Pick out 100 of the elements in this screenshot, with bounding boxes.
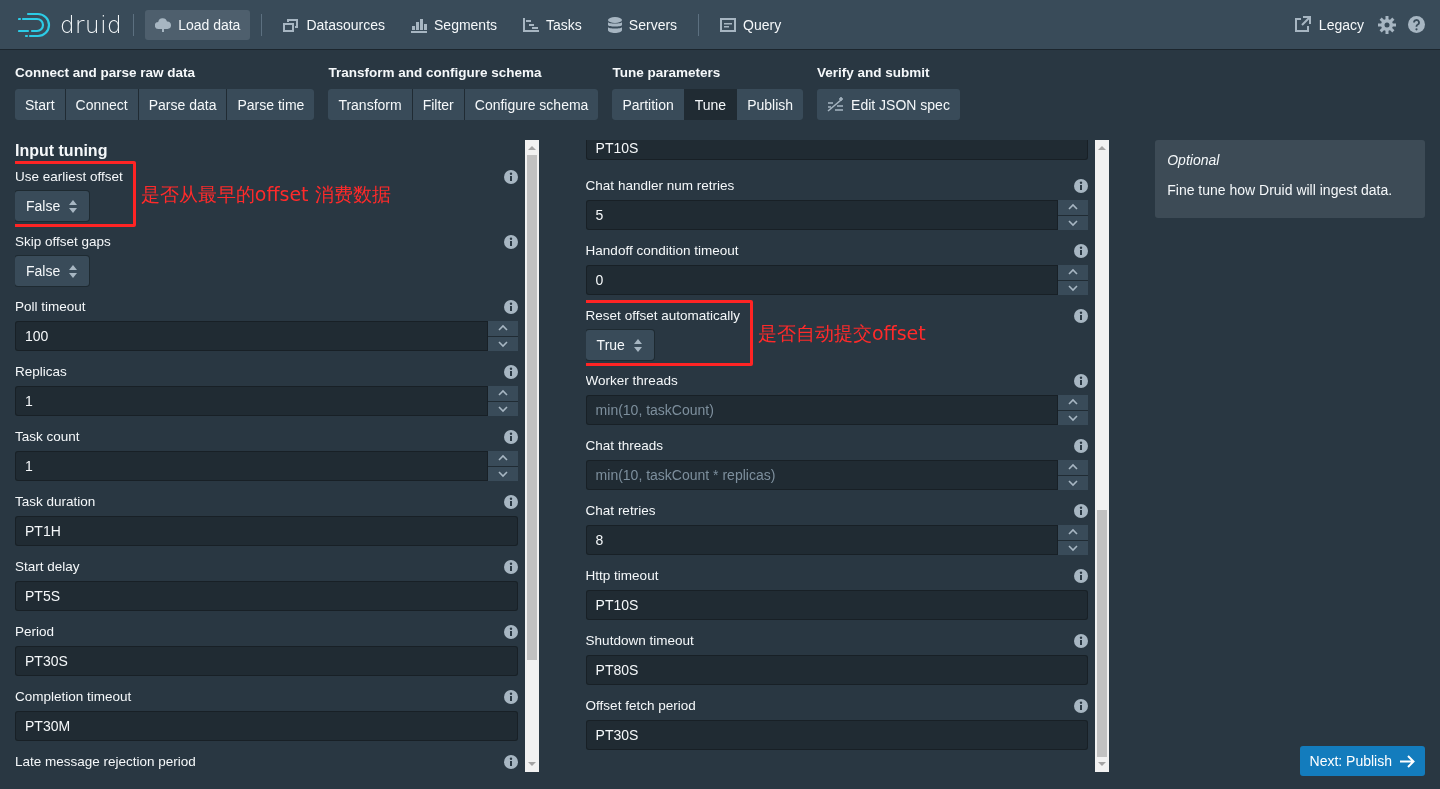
panel-title: Optional xyxy=(1167,152,1221,169)
chevron-icon xyxy=(1066,217,1081,228)
legacy-link[interactable]: Legacy xyxy=(1293,16,1364,33)
step-tab[interactable]: Partition xyxy=(612,89,684,120)
info-icon[interactable] xyxy=(1074,437,1089,453)
increment-button[interactable] xyxy=(487,451,518,466)
scrollbar[interactable] xyxy=(524,140,539,772)
wand-icon xyxy=(827,96,846,113)
step-tab[interactable]: Transform xyxy=(328,89,412,120)
decrement-button[interactable] xyxy=(1058,475,1089,490)
increment-button[interactable] xyxy=(1058,525,1089,540)
increment-button[interactable] xyxy=(1058,200,1089,215)
bar-chart-icon xyxy=(411,16,427,33)
input-field[interactable]: 5 xyxy=(585,200,1059,230)
select-dropdown[interactable]: False xyxy=(15,191,90,221)
caret-icon xyxy=(69,264,78,278)
step-group-title: Connect and parse raw data xyxy=(15,64,197,82)
increment-button[interactable] xyxy=(1058,395,1089,410)
chevron-icon xyxy=(1066,412,1081,423)
nav-tab[interactable]: Load data xyxy=(145,9,251,40)
caret-icon xyxy=(633,338,642,352)
info-icon[interactable] xyxy=(1074,242,1089,258)
input-field[interactable]: 100 xyxy=(15,321,488,351)
input-field[interactable]: min(10, taskCount * replicas) xyxy=(585,460,1059,490)
field-label: Task count xyxy=(15,428,81,446)
info-icon[interactable] xyxy=(503,298,518,314)
decrement-button[interactable] xyxy=(1058,215,1089,230)
increment-button[interactable] xyxy=(1058,460,1089,475)
field-label: Worker threads xyxy=(585,372,679,390)
input-field[interactable]: PT30M xyxy=(15,711,518,741)
stacked-windows-icon xyxy=(283,16,300,33)
info-icon[interactable] xyxy=(503,753,518,769)
info-icon[interactable] xyxy=(1074,307,1089,323)
select-dropdown[interactable]: False xyxy=(15,256,90,286)
info-icon[interactable] xyxy=(1074,372,1089,388)
step-tab[interactable]: Configure schema xyxy=(464,89,599,120)
input-field[interactable]: 8 xyxy=(585,525,1059,555)
decrement-button[interactable] xyxy=(487,336,518,351)
input-field[interactable]: PT5S xyxy=(15,581,518,611)
increment-button[interactable] xyxy=(1058,265,1089,280)
input-field[interactable]: PT10S xyxy=(585,140,1089,160)
decrement-button[interactable] xyxy=(1058,540,1089,555)
upload-cloud-icon xyxy=(155,16,172,33)
input-field[interactable]: PT30S xyxy=(585,720,1089,750)
step-tab[interactable]: Start xyxy=(15,89,65,120)
info-icon[interactable] xyxy=(503,428,518,444)
nav-tab[interactable]: Servers xyxy=(597,9,688,40)
input-field[interactable]: PT30S xyxy=(15,646,518,676)
info-icon[interactable] xyxy=(503,168,518,184)
select-dropdown[interactable]: True xyxy=(585,330,654,360)
input-field[interactable]: 1 xyxy=(15,386,488,416)
decrement-button[interactable] xyxy=(487,466,518,481)
annotation-note: 是否从最早的offset 消费数据 xyxy=(140,181,391,207)
input-field[interactable]: min(10, taskCount) xyxy=(585,395,1059,425)
step-tab[interactable]: Parse data xyxy=(138,89,227,120)
step-tab[interactable]: Connect xyxy=(65,89,138,120)
next-button[interactable]: Next: Publish xyxy=(1299,746,1425,776)
nav-tab[interactable]: Segments xyxy=(401,9,508,40)
info-icon[interactable] xyxy=(503,623,518,639)
step-tab[interactable]: Publish xyxy=(737,89,804,120)
field-label: Skip offset gaps xyxy=(15,233,112,251)
info-icon[interactable] xyxy=(503,558,518,574)
decrement-button[interactable] xyxy=(487,401,518,416)
info-icon[interactable] xyxy=(503,688,518,704)
field-label: Handoff condition timeout xyxy=(585,242,740,260)
field-label: Period xyxy=(15,623,56,641)
step-tab[interactable]: Parse time xyxy=(227,89,315,120)
field-label: Completion timeout xyxy=(15,688,133,706)
scrollbar[interactable] xyxy=(1095,140,1110,772)
chevron-icon xyxy=(495,338,510,349)
nav-tab[interactable]: Tasks xyxy=(513,9,592,40)
input-field[interactable]: PT80S xyxy=(585,655,1089,685)
field-label: Replicas xyxy=(15,363,68,381)
help-icon[interactable] xyxy=(1408,16,1425,33)
info-icon[interactable] xyxy=(503,233,518,249)
section-heading: Input tuning xyxy=(15,141,109,160)
decrement-button[interactable] xyxy=(1058,410,1089,425)
input-field[interactable]: PT1H xyxy=(15,516,518,546)
step-tab[interactable]: Filter xyxy=(412,89,464,120)
decrement-button[interactable] xyxy=(1058,280,1089,295)
info-icon[interactable] xyxy=(1074,697,1089,713)
info-icon[interactable] xyxy=(1074,632,1089,648)
info-icon[interactable] xyxy=(503,363,518,379)
info-icon[interactable] xyxy=(1074,502,1089,518)
step-tab[interactable]: Edit JSON spec xyxy=(817,89,960,120)
logo-text: druid xyxy=(60,11,123,38)
settings-icon[interactable] xyxy=(1378,15,1396,34)
info-icon[interactable] xyxy=(503,493,518,509)
increment-button[interactable] xyxy=(487,386,518,401)
database-icon xyxy=(607,16,622,33)
input-field[interactable]: 0 xyxy=(585,265,1059,295)
input-field[interactable]: 1 xyxy=(15,451,488,481)
info-icon[interactable] xyxy=(1074,567,1089,583)
increment-button[interactable] xyxy=(487,321,518,336)
nav-tab[interactable]: Query xyxy=(710,9,792,40)
info-icon[interactable] xyxy=(1074,177,1089,193)
step-group-title: Transform and configure schema xyxy=(328,64,543,82)
field-label: Late message rejection period xyxy=(15,753,197,771)
input-field[interactable]: PT10S xyxy=(585,590,1089,620)
nav-tab[interactable]: Datasources xyxy=(273,9,395,40)
